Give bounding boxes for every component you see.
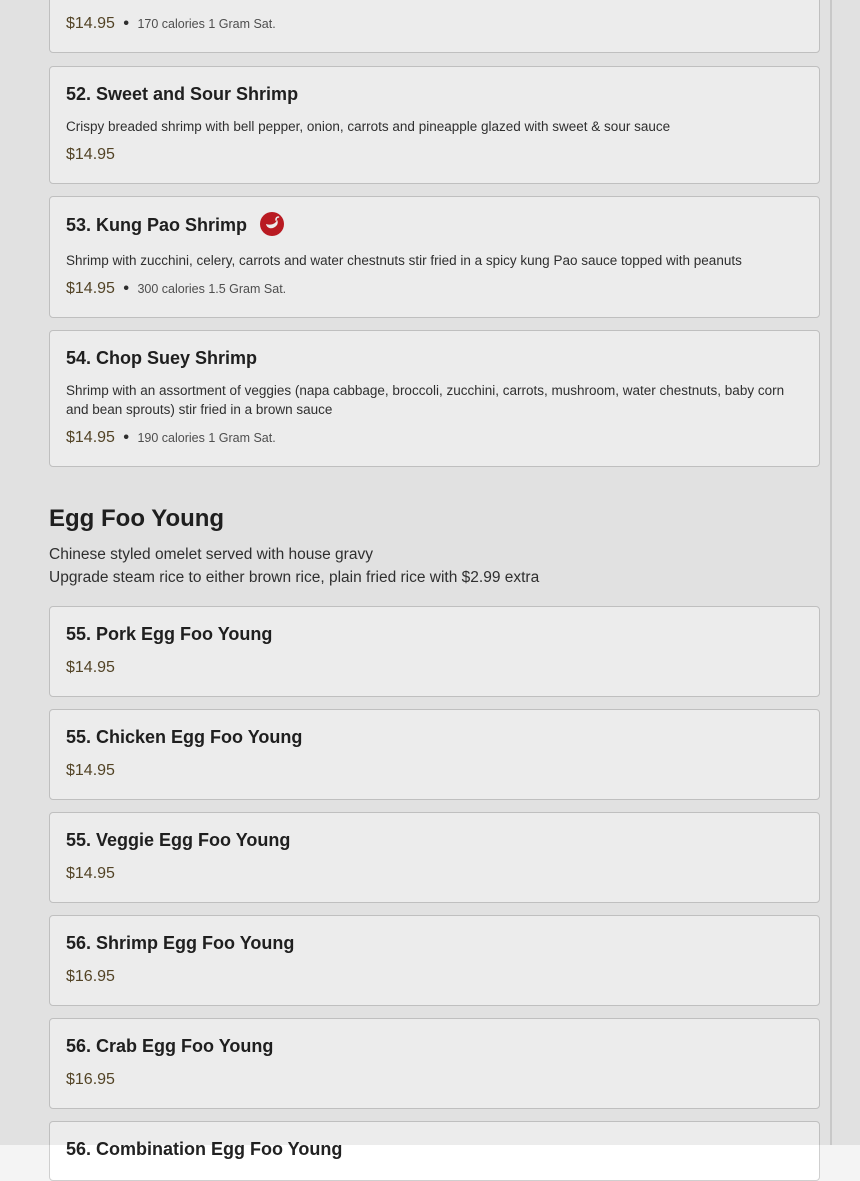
menu-item-card[interactable]: 56. Shrimp Egg Foo Young $16.95 [49, 915, 820, 1006]
item-name: 54. Chop Suey Shrimp [66, 348, 258, 368]
item-name: 56. Crab Egg Foo Young [66, 1036, 274, 1056]
chili-pepper-icon [260, 212, 285, 236]
item-description: Crispy breaded shrimp with bell pepper, … [66, 119, 671, 134]
item-calories: 170 calories 1 Gram Sat. [137, 17, 276, 31]
separator-dot: • [123, 280, 129, 297]
menu-item-card[interactable]: $14.95 • 170 calories 1 Gram Sat. [49, 0, 820, 53]
item-name-row: 53. Kung Pao Shrimp [66, 212, 285, 238]
price-line: $14.95 • 170 calories 1 Gram Sat. [66, 15, 276, 33]
item-description: Shrimp with an assortment of veggies (na… [66, 383, 785, 417]
item-name: 52. Sweet and Sour Shrimp [66, 84, 299, 104]
menu-item-card[interactable]: 53. Kung Pao Shrimp Shrimp with zucchini… [49, 196, 820, 318]
item-name: 55. Chicken Egg Foo Young [66, 727, 303, 747]
item-price: $14.95 [66, 146, 115, 163]
price-line: $14.95 • 300 calories 1.5 Gram Sat. [66, 280, 286, 298]
item-price: $14.95 [66, 15, 115, 32]
menu-item-card[interactable]: 56. Combination Egg Foo Young [49, 1121, 820, 1181]
price-line: $14.95 • 190 calories 1 Gram Sat. [66, 429, 276, 447]
item-price: $14.95 [66, 659, 115, 676]
item-price: $14.95 [66, 429, 115, 446]
menu-item-card[interactable]: 55. Chicken Egg Foo Young $14.95 [49, 709, 820, 800]
price-line: $14.95 [66, 659, 115, 677]
item-price: $14.95 [66, 280, 115, 297]
item-description: Shrimp with zucchini, celery, carrots an… [66, 253, 742, 268]
menu-item-card[interactable]: 54. Chop Suey Shrimp Shrimp with an asso… [49, 330, 820, 467]
menu-page: $14.95 • 170 calories 1 Gram Sat. 52. Sw… [0, 0, 860, 1181]
separator-dot: • [123, 15, 129, 32]
price-line: $16.95 [66, 1071, 115, 1089]
item-name: 53. Kung Pao Shrimp [66, 214, 248, 235]
item-name: 55. Veggie Egg Foo Young [66, 830, 291, 850]
item-price: $16.95 [66, 968, 115, 985]
menu-item-card[interactable]: 55. Pork Egg Foo Young $14.95 [49, 606, 820, 697]
item-name: 56. Shrimp Egg Foo Young [66, 933, 295, 953]
price-line: $14.95 [66, 146, 115, 164]
price-line: $14.95 [66, 762, 115, 780]
separator-dot: • [123, 429, 129, 446]
item-price: $14.95 [66, 865, 115, 882]
item-calories: 300 calories 1.5 Gram Sat. [137, 282, 287, 296]
item-price: $16.95 [66, 1071, 115, 1088]
item-name: 55. Pork Egg Foo Young [66, 624, 273, 644]
section-description: Chinese styled omelet served with house … [49, 546, 373, 563]
menu-item-card[interactable]: 55. Veggie Egg Foo Young $14.95 [49, 812, 820, 903]
menu-item-card[interactable]: 56. Crab Egg Foo Young $16.95 [49, 1018, 820, 1109]
price-line: $16.95 [66, 968, 115, 986]
price-line: $14.95 [66, 865, 115, 883]
section-description: Upgrade steam rice to either brown rice,… [49, 569, 540, 586]
menu-item-card[interactable]: 52. Sweet and Sour Shrimp Crispy breaded… [49, 66, 820, 184]
scrollbar[interactable] [830, 0, 832, 1145]
item-price: $14.95 [66, 762, 115, 779]
item-calories: 190 calories 1 Gram Sat. [137, 431, 276, 445]
item-name: 56. Combination Egg Foo Young [66, 1139, 343, 1159]
section-title: Egg Foo Young [49, 505, 225, 532]
